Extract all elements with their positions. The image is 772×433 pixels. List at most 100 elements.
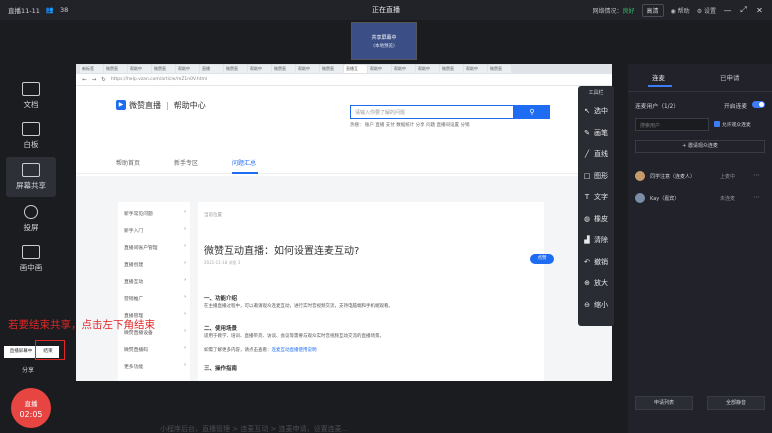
tool-eraser[interactable]: ◍ 橡皮 [578,214,614,224]
browser-tab[interactable]: 帮助中 [128,65,151,73]
settings-button[interactable]: ⚙ 设置 [697,6,716,15]
category-item[interactable]: 直播间账户管理 › [124,244,186,251]
more-icon[interactable]: ⋯ [753,193,760,201]
browser-tab-strip: 新标签 微赞直 帮助中 微赞直 帮助中 直播 微赞直 帮助中 微赞直 帮助中 微赞直 直播互 帮助中 帮助… [76,64,612,74]
breadcrumb: 当前位置 [204,213,222,218]
tool-text[interactable]: T 文字 [578,192,614,202]
live-timer: 02:05 [19,409,43,419]
browser-tab[interactable]: 帮助中 [464,65,487,73]
tool-zoom-in[interactable]: ⊕ 放大 [578,278,614,288]
nav-faq[interactable]: 问题汇总 [232,158,256,167]
browser-tab[interactable]: 直播 [200,65,223,73]
more-icon[interactable]: ⋯ [753,171,760,179]
co-host-user-row[interactable]: Kay（嘉宾） 未连麦 ⋯ [635,193,765,205]
browser-tab[interactable]: 直播互 [344,65,367,73]
allow-co-host-checkbox[interactable] [714,121,720,127]
url-text[interactable]: https://help.vzan.com/article/mZ1n0V.htm… [111,77,207,82]
local-preview-thumbnail[interactable]: 共享屏幕中 (本地预览) [351,22,417,60]
browser-tab[interactable]: 微赞直 [440,65,463,73]
chevron-right-icon: › [184,312,186,317]
back-icon[interactable]: ← [82,77,87,83]
tool-zoom-out[interactable]: ⊖ 缩小 [578,300,614,310]
user-search-input[interactable]: 搜索用户 [635,118,709,131]
browser-tab[interactable]: 帮助中 [416,65,439,73]
zoom-out-icon: ⊖ [584,300,590,309]
invite-co-host-button[interactable]: + 邀请观众连麦 [635,140,765,153]
browser-tab[interactable]: 微赞直 [104,65,127,73]
preview-strip: 共享屏幕中 (本地预览) [0,20,628,64]
nav-help-home[interactable]: 帮助首页 [116,158,140,167]
like-button[interactable]: 点赞 [530,254,554,264]
article-link[interactable]: 连麦互动直播使用说明 [272,348,317,353]
chevron-right-icon: › [184,363,186,368]
browser-address-bar: ← → ↻ https://help.vzan.com/article/mZ1n… [76,74,612,86]
screen-share-icon [22,163,40,177]
browser-tab[interactable]: 帮助中 [176,65,199,73]
rail-item-screen-share[interactable]: 屏幕共享 [6,157,56,197]
live-end-button[interactable]: 直播 02:05 [11,388,51,428]
shared-screen: 新标签 微赞直 帮助中 微赞直 帮助中 直播 微赞直 帮助中 微赞直 帮助中 微赞直 直播互 帮助中 帮助… [76,64,612,381]
help-button[interactable]: ◉ 帮助 [671,6,690,15]
quality-select[interactable]: 高清 [641,3,664,17]
chevron-right-icon: › [184,210,186,215]
category-item[interactable]: 营销推广 › [124,295,186,302]
category-item[interactable]: 新手常见问题 › [124,210,186,217]
rail-item-documents[interactable]: 文档 [6,76,56,116]
rail-item-whiteboard[interactable]: 白板 [6,116,56,156]
article-title: 微赞互动直播：如何设置连麦互动? [204,246,360,257]
browser-tab[interactable]: 微赞直 [320,65,343,73]
tool-undo[interactable]: ↶ 撤销 [578,257,614,267]
category-item[interactable]: 直播互动 › [124,278,186,285]
browser-tab[interactable]: 帮助中 [296,65,319,73]
rail-item-picture-in-picture[interactable]: 画中画 [6,239,56,279]
tool-select[interactable]: ↖ 选中 [578,106,614,116]
browser-tab[interactable]: 微赞直 [224,65,247,73]
site-logo[interactable]: ▶ 微赞直播 | 帮助中心 [116,100,206,111]
annotation-highlight-box [35,340,65,360]
tab-co-host[interactable]: 连麦 [652,72,665,82]
viewers-icon: 👥 [45,6,54,14]
chevron-right-icon: › [184,278,186,283]
browser-tab[interactable]: 新标签 [80,65,103,73]
rail-item-cast[interactable]: 投屏 [6,199,56,239]
room-id: 直播11-11 [8,7,40,15]
site-search-input[interactable]: 请输入你要了解的问题 [350,105,514,119]
zoom-in-icon: ⊕ [584,279,590,287]
hot-search-links[interactable]: 热搜： 账户 直播 支付 数据统计 分享 问题 直播间设置 分销 [350,122,469,128]
right-panel: 连麦 已申请 连麦用户（1/2） 开启连麦 搜索用户 允许观众连麦 + 邀请观众… [628,64,772,433]
avatar [635,171,645,181]
category-item[interactable]: 更多功能 › [124,363,186,370]
brand-logo-icon: ▶ [116,100,126,110]
maximize-icon[interactable]: ⤢ [739,5,748,15]
apply-list-button[interactable]: 申请列表 [635,396,693,410]
browser-tab[interactable]: 微赞直 [272,65,295,73]
category-item[interactable]: 直播创建 › [124,261,186,268]
browser-tab[interactable]: 帮助中 [248,65,271,73]
category-item[interactable]: 微赞直播码 › [124,346,186,353]
search-icon[interactable]: ⚲ [514,105,550,119]
browser-tab[interactable]: 微赞直 [152,65,175,73]
co-host-user-row[interactable]: 同学注意（连麦人） 上麦中 ⋯ [635,171,765,183]
browser-tab[interactable]: 帮助中 [392,65,415,73]
tool-line[interactable]: ╱ 直线 [578,149,614,159]
minimize-icon[interactable]: — [723,6,732,15]
viewer-count: 38 [59,6,69,14]
tool-pen[interactable]: ✎ 画笔 [578,128,614,138]
nav-newbie-zone[interactable]: 新手专区 [174,158,198,167]
document-icon [22,82,40,96]
picture-in-picture-icon [22,245,40,259]
tab-applied[interactable]: 已申请 [720,72,740,82]
mute-all-button[interactable]: 全部静音 [707,396,765,410]
co-host-toggle[interactable] [752,101,765,108]
paragraph: 适用于教学、培训、直播带货、访谈、会议等需要与观众实时音视频互动交流的直播场景。 [204,334,384,339]
category-item[interactable]: 新手入门 › [124,227,186,234]
article: 当前位置 微赞互动直播：如何设置连麦互动? 2021-11-18 浏览 3 点赞… [198,202,554,381]
tool-clear[interactable]: ▟ 清除 [578,235,614,245]
tool-shape[interactable]: □ 图形 [578,171,614,181]
browser-tab[interactable]: 帮助中 [368,65,391,73]
reload-icon[interactable]: ↻ [101,77,106,83]
browser-tab[interactable]: 微赞直 [488,65,511,73]
close-icon[interactable]: ✕ [755,6,764,15]
site-body: 新手常见问题 › 新手入门 › 直播间账户管理 › 直播创建 › 直播互动 › 营销推广 › 直播管理 ›… [76,176,612,381]
forward-icon[interactable]: → [92,77,97,83]
